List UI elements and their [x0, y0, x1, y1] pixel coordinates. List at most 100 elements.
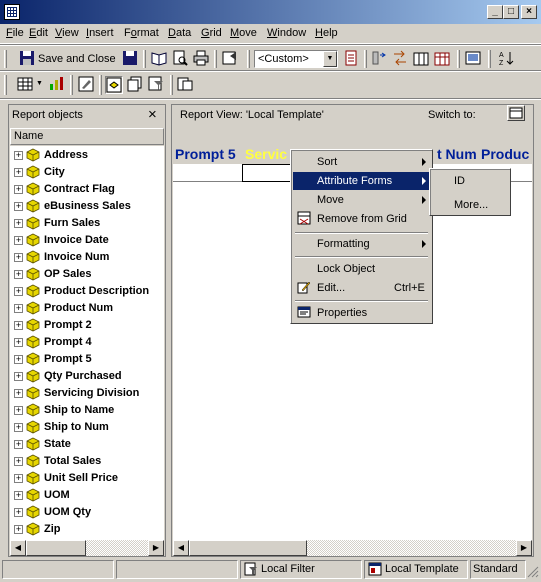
scroll-right-icon[interactable]: ▶ [516, 540, 532, 556]
selected-grid-cell[interactable] [242, 164, 294, 182]
menu-edit[interactable]: Edit [29, 27, 48, 39]
grid-header-product-num[interactable]: t Num [437, 146, 477, 162]
list-item[interactable]: + OP Sales [10, 266, 164, 283]
print-preview-icon[interactable] [171, 50, 189, 68]
menu-move[interactable]: Move [230, 27, 257, 39]
expand-icon[interactable]: + [14, 185, 23, 194]
name-column-header[interactable]: Name [10, 128, 164, 145]
list-item[interactable]: + Qty Purchased [10, 368, 164, 385]
sort-icon[interactable]: AZ [497, 50, 515, 68]
expand-icon[interactable]: + [14, 202, 23, 211]
pivot-icon[interactable] [370, 50, 388, 68]
expand-icon[interactable]: + [14, 270, 23, 279]
graph-view-icon[interactable] [47, 76, 65, 94]
list-item[interactable]: + Prompt 4 [10, 334, 164, 351]
minimize-button[interactable]: _ [487, 5, 503, 19]
menu-help[interactable]: Help [315, 27, 338, 39]
save-icon-2[interactable] [121, 50, 139, 68]
chevron-down-icon[interactable]: ▼ [323, 51, 337, 67]
status-local-template[interactable]: Local Template [364, 560, 468, 579]
list-item[interactable]: + Invoice Date [10, 232, 164, 249]
toolbar-grip[interactable] [4, 75, 7, 95]
app-icon[interactable] [4, 4, 20, 20]
expand-icon[interactable]: + [14, 236, 23, 245]
expand-icon[interactable]: + [14, 304, 23, 313]
page-by-icon[interactable] [126, 76, 144, 94]
expand-icon[interactable]: + [14, 474, 23, 483]
list-item[interactable]: + Ship to Name [10, 402, 164, 419]
expand-icon[interactable]: + [14, 151, 23, 160]
refresh-icon[interactable] [464, 50, 482, 68]
template-select[interactable]: <Custom> ▼ [254, 50, 338, 68]
scroll-left-icon[interactable]: ◀ [10, 540, 26, 556]
report-objects-list[interactable]: + Address + City + Contract Flag + eBusiness Sa… [10, 146, 164, 540]
expand-icon[interactable]: + [14, 525, 23, 534]
menu-data[interactable]: Data [168, 27, 191, 39]
menu-item-remove-from-grid[interactable]: Remove from Grid [293, 210, 430, 228]
list-item[interactable]: + eBusiness Sales [10, 198, 164, 215]
expand-icon[interactable]: + [14, 372, 23, 381]
expand-icon[interactable]: + [14, 389, 23, 398]
expand-icon[interactable]: + [14, 508, 23, 517]
list-item[interactable]: + Address [10, 147, 164, 164]
scroll-thumb[interactable] [26, 540, 86, 556]
grid-view-icon[interactable] [16, 76, 34, 94]
list-item[interactable]: + Servicing Division [10, 385, 164, 402]
save-icon[interactable] [18, 50, 36, 68]
print-icon[interactable] [192, 50, 210, 68]
list-item[interactable]: + Product Num [10, 300, 164, 317]
submenu-item-more[interactable]: More... [432, 196, 508, 214]
menu-item-move[interactable]: Move [293, 191, 430, 209]
swap-icon[interactable] [391, 50, 409, 68]
scroll-left-icon[interactable]: ◀ [173, 540, 189, 556]
left-horizontal-scrollbar[interactable]: ◀ ▶ [10, 540, 164, 556]
list-item[interactable]: + State [10, 436, 164, 453]
grid-layout-icon[interactable] [433, 50, 451, 68]
submenu-item-id[interactable]: ID [432, 172, 508, 190]
close-button[interactable]: × [521, 5, 537, 19]
close-icon[interactable]: × [148, 106, 157, 123]
expand-icon[interactable]: + [14, 253, 23, 262]
grid-header-prompt5[interactable]: Prompt 5 [175, 146, 236, 162]
menu-grid[interactable]: Grid [201, 27, 222, 39]
menu-item-edit[interactable]: Edit... Ctrl+E [293, 279, 430, 297]
list-item[interactable]: + Zip [10, 521, 164, 538]
list-item[interactable]: + City [10, 164, 164, 181]
grid-header-servicing[interactable]: Servic [245, 146, 287, 162]
toolbar-grip[interactable] [4, 50, 7, 68]
edit-view-icon[interactable] [77, 76, 95, 94]
menu-item-formatting[interactable]: Formatting [293, 235, 430, 253]
expand-icon[interactable]: + [14, 423, 23, 432]
list-item[interactable]: + Prompt 2 [10, 317, 164, 334]
book-icon[interactable] [150, 50, 168, 68]
scroll-thumb[interactable] [189, 540, 307, 556]
scroll-right-icon[interactable]: ▶ [148, 540, 164, 556]
menu-item-lock-object[interactable]: Lock Object [293, 260, 430, 278]
expand-icon[interactable]: + [14, 219, 23, 228]
list-item[interactable]: + Unit Sell Price [10, 470, 164, 487]
menu-insert[interactable]: Insert [86, 27, 114, 39]
list-item[interactable]: + UOM Qty [10, 504, 164, 521]
menu-item-properties[interactable]: Properties [293, 304, 430, 322]
save-and-close-button[interactable]: Save and Close [38, 53, 116, 65]
right-horizontal-scrollbar[interactable]: ◀ ▶ [173, 540, 532, 556]
list-item[interactable]: + Furn Sales [10, 215, 164, 232]
grid-header-product[interactable]: Produc [481, 146, 529, 162]
list-item[interactable]: + Ship to Num [10, 419, 164, 436]
menu-view[interactable]: View [55, 27, 79, 39]
list-item[interactable]: + Product Description [10, 283, 164, 300]
expand-icon[interactable]: + [14, 355, 23, 364]
resize-grip-icon[interactable] [527, 566, 539, 578]
switch-view-button[interactable] [507, 105, 525, 121]
status-local-filter[interactable]: Local Filter [240, 560, 362, 579]
maximize-button[interactable]: □ [503, 5, 519, 19]
notes-icon[interactable] [176, 76, 194, 94]
list-item[interactable]: + Invoice Num [10, 249, 164, 266]
expand-icon[interactable]: + [14, 406, 23, 415]
report-objects-toggle-icon[interactable] [105, 76, 123, 94]
chevron-down-icon[interactable]: ▼ [36, 80, 43, 87]
list-item[interactable]: + Contract Flag [10, 181, 164, 198]
menu-window[interactable]: Window [267, 27, 306, 39]
expand-icon[interactable]: + [14, 287, 23, 296]
document-icon[interactable] [342, 50, 360, 68]
